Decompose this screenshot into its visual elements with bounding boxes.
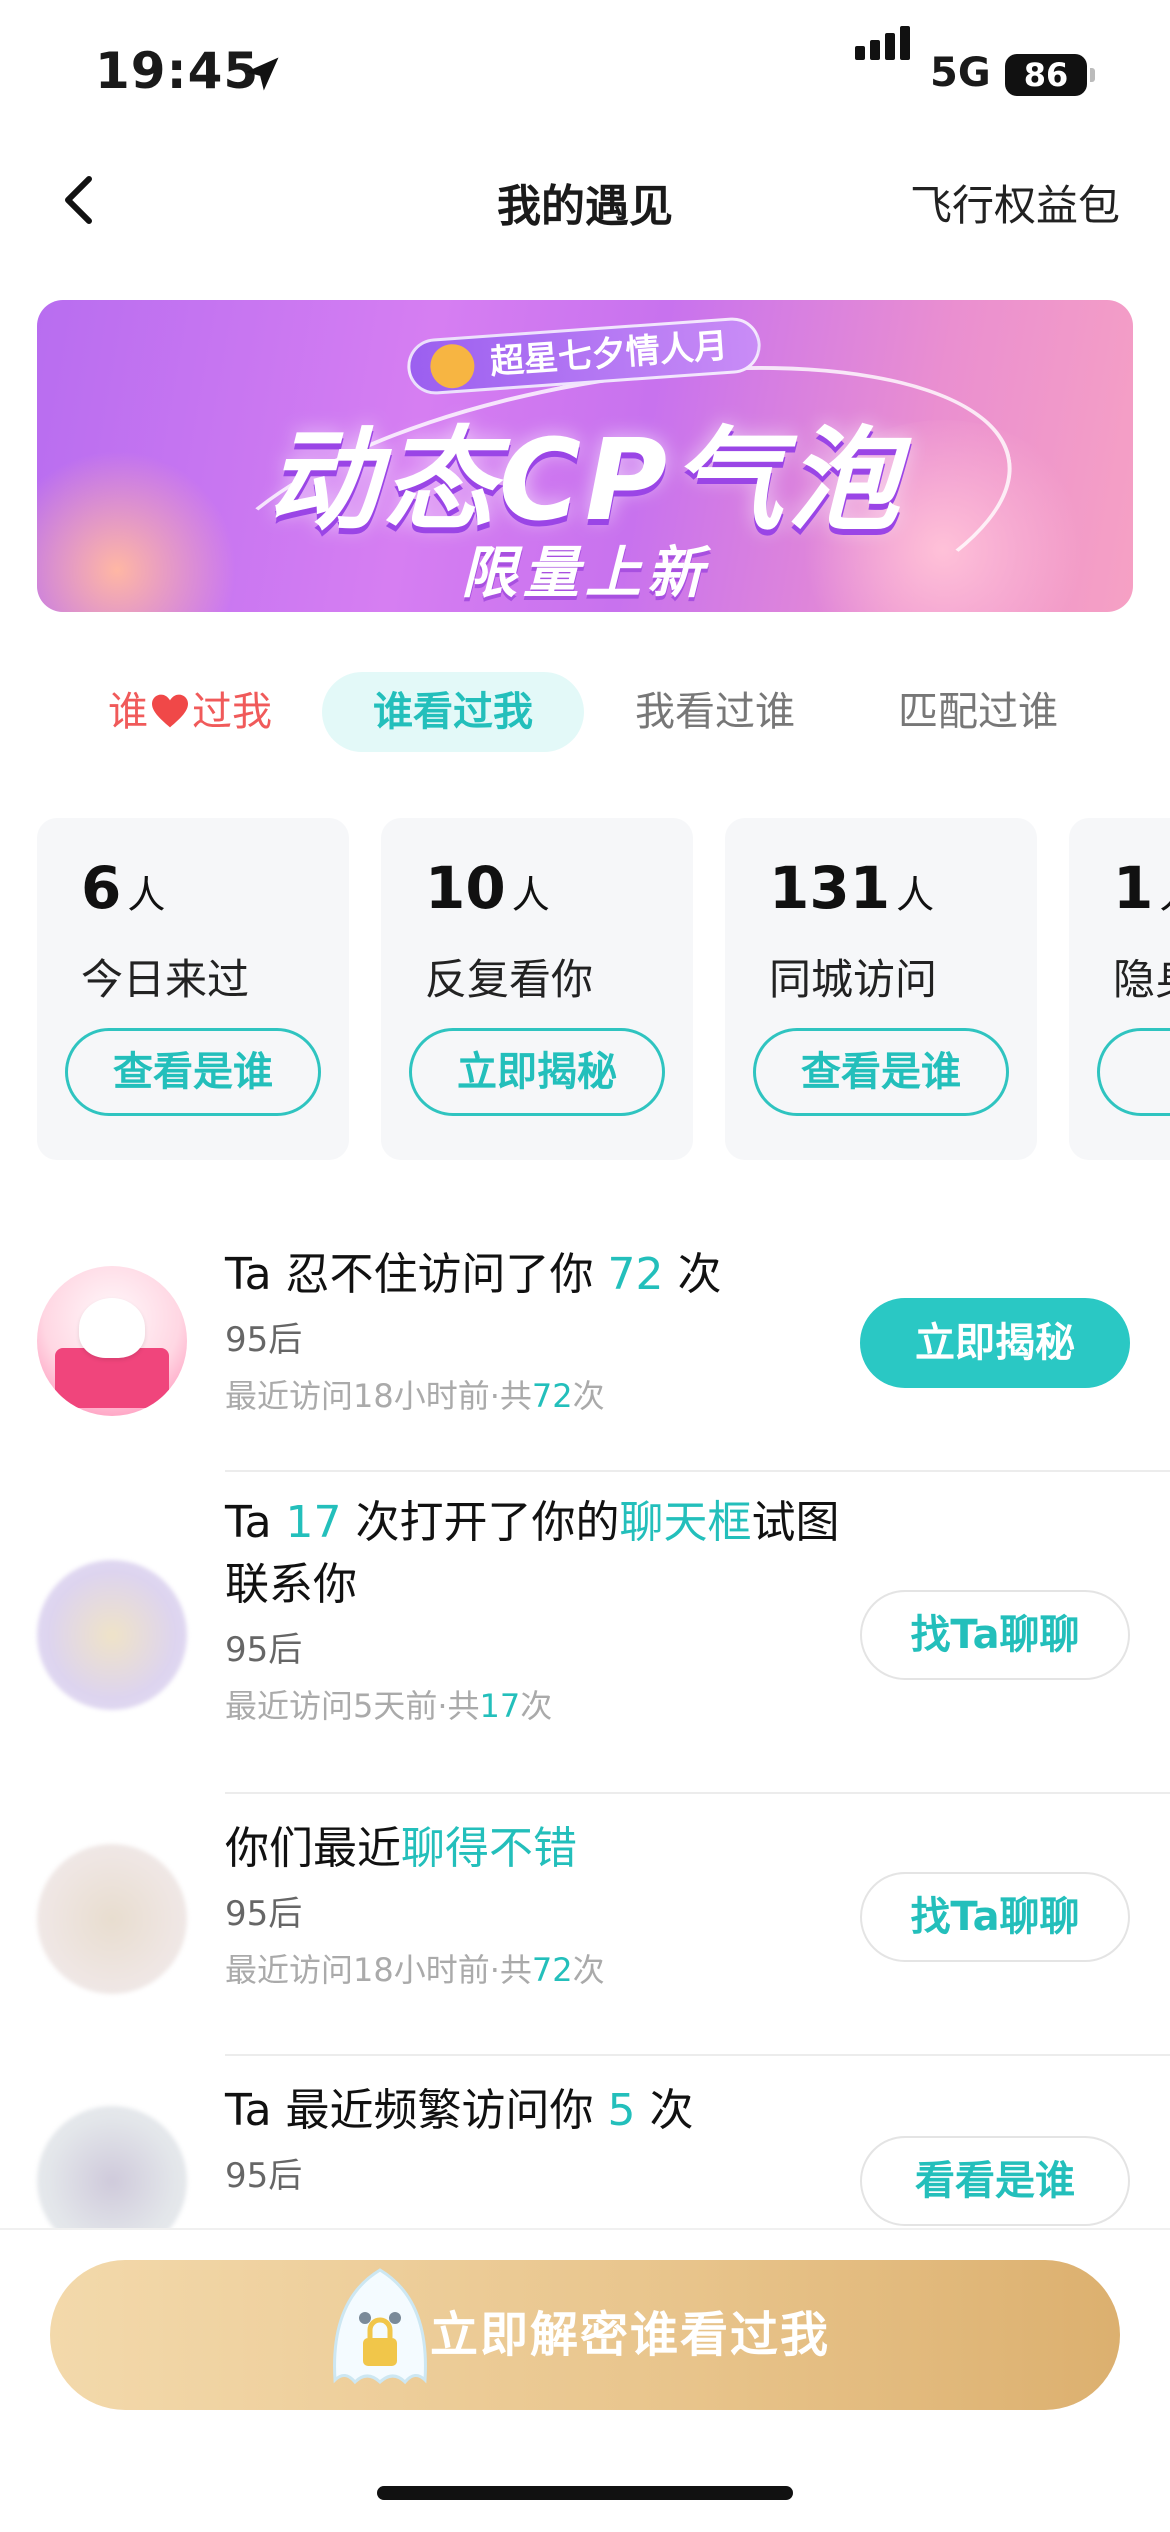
stat-label: 反复看你 — [425, 955, 594, 1004]
visit-meta: 最近访问18小时前·共72次 — [225, 1371, 845, 1417]
title-highlight: 72 — [607, 1249, 664, 1300]
heart-icon — [152, 694, 188, 728]
reveal-button[interactable]: 立即揭秘 — [409, 1028, 665, 1116]
row-text: Ta 最近频繁访问你 5 次 95后 — [225, 2080, 845, 2197]
title-part: 次打开了你的 — [341, 1497, 620, 1548]
row-text: 你们最近聊得不错 95后 最近访问18小时前·共72次 — [225, 1818, 845, 1991]
home-indicator — [377, 2486, 793, 2500]
stat-count-wrap: 1人 — [1113, 854, 1170, 922]
stat-count: 6 — [81, 854, 122, 922]
status-time: 19:45 — [95, 42, 260, 100]
flight-benefits-link[interactable]: 飞行权益包 — [910, 172, 1120, 233]
promo-banner[interactable]: 超星七夕情人月 动态CP气泡 限量上新 — [37, 300, 1133, 612]
tab-label-prefix: 谁 — [108, 689, 148, 735]
avatar — [37, 1844, 187, 1994]
tab-label-suffix: 过我 — [192, 689, 272, 735]
title-highlight: 聊得不错 — [401, 1823, 577, 1874]
age-tag: 95后 — [225, 1894, 303, 1934]
tab-who-i-viewed[interactable]: 我看过谁 — [605, 672, 825, 752]
title-part: 次 — [635, 2085, 694, 2136]
meta-part: 最近访问18小时前·共 — [225, 1951, 532, 1989]
meta-highlight: 72 — [531, 1951, 573, 1989]
meta-highlight: 17 — [479, 1687, 521, 1725]
row-title: Ta 忍不住访问了你 72 次 — [225, 1244, 845, 1306]
status-bar: 19:45 5G 86 — [0, 0, 1170, 150]
stat-count-wrap: 131 人 — [769, 854, 934, 922]
view-who-button[interactable]: 看看是谁 — [860, 2136, 1130, 2226]
learn-more-button[interactable]: 了 — [1097, 1028, 1170, 1116]
ghost-mascot-icon — [79, 1298, 145, 1358]
view-who-button[interactable]: 查看是谁 — [65, 1028, 321, 1116]
meta-part: 最近访问18小时前·共 — [225, 1377, 532, 1415]
title-part: Ta 最近频繁访问你 — [225, 2085, 608, 2136]
view-who-button[interactable]: 查看是谁 — [753, 1028, 1009, 1116]
meta-part: 次 — [520, 1687, 553, 1725]
title-highlight: 聊天框 — [619, 1497, 752, 1548]
stat-count-wrap: 6人 — [81, 854, 165, 922]
age-tag: 95后 — [225, 2156, 303, 2196]
age-tag: 95后 — [225, 1320, 303, 1360]
meta-part: 次 — [572, 1951, 605, 1989]
banner-tag-text: 超星七夕情人月 — [488, 326, 730, 383]
meta-part: 最近访问5天前·共 — [225, 1687, 480, 1725]
reveal-button[interactable]: 立即揭秘 — [860, 1298, 1130, 1388]
battery-icon: 86 — [1005, 54, 1095, 96]
row-text: Ta 17 次打开了你的聊天框试图联系你 95后 最近访问5天前·共17次 — [225, 1492, 845, 1727]
list-item[interactable]: Ta 最近频繁访问你 5 次 95后 看看是谁 — [0, 2056, 1170, 2256]
nav-bar: 我的遇见 飞行权益包 — [0, 150, 1170, 255]
meta-part: 次 — [572, 1377, 605, 1415]
stat-card-same-city: 131 人 同城访问 查看是谁 — [725, 818, 1037, 1160]
age-tag: 95后 — [225, 1630, 303, 1670]
stat-unit: 人 — [127, 873, 166, 917]
title-highlight: 5 — [607, 2085, 636, 2136]
avatar — [37, 1560, 187, 1710]
stat-count-wrap: 10 人 — [425, 854, 550, 922]
stat-card-repeat: 10 人 反复看你 立即揭秘 — [381, 818, 693, 1160]
banner-subtitle: 限量上新 — [461, 541, 709, 606]
chat-button[interactable]: 找Ta聊聊 — [860, 1872, 1130, 1962]
location-arrow-icon — [245, 57, 279, 91]
tab-who-liked-me[interactable]: 谁过我 — [85, 672, 295, 752]
tab-who-i-matched[interactable]: 匹配过谁 — [868, 672, 1088, 752]
row-title: Ta 最近频繁访问你 5 次 — [225, 2080, 845, 2142]
stat-cards: 6人 今日来过 查看是谁 10 人 反复看你 立即揭秘 131 人 同城访问 查看是… — [37, 818, 1170, 1163]
row-title: 你们最近聊得不错 — [225, 1818, 845, 1880]
title-highlight: 17 — [285, 1497, 342, 1548]
title-part: Ta 忍不住访问了你 — [225, 1249, 608, 1300]
row-title: Ta 17 次打开了你的聊天框试图联系你 — [225, 1492, 845, 1616]
list-item[interactable]: 你们最近聊得不错 95后 最近访问18小时前·共72次 找Ta聊聊 — [0, 1794, 1170, 2054]
stat-label: 隐身 — [1113, 955, 1170, 1004]
stat-count: 131 — [769, 854, 891, 922]
visit-meta: 最近访问18小时前·共72次 — [225, 1945, 845, 1991]
stat-unit: 人 — [1159, 873, 1170, 917]
visit-meta: 最近访问5天前·共17次 — [225, 1681, 845, 1727]
gold-heart-badge-icon — [428, 342, 476, 390]
stat-count: 10 — [425, 854, 506, 922]
stat-count: 1 — [1113, 854, 1154, 922]
visitor-tabs: 谁过我 谁看过我 我看过谁 匹配过谁 — [0, 672, 1170, 756]
stat-label: 今日来过 — [81, 955, 250, 1004]
unlock-viewers-button[interactable]: 立即解密谁看过我 — [50, 2260, 1120, 2410]
title-part: Ta — [225, 1497, 286, 1548]
title-part: 次 — [663, 1249, 722, 1300]
stat-unit: 人 — [511, 873, 550, 917]
title-part: 你们最近 — [225, 1823, 401, 1874]
list-item[interactable]: Ta 17 次打开了你的聊天框试图联系你 95后 最近访问5天前·共17次 找T… — [0, 1472, 1170, 1794]
meta-highlight: 72 — [531, 1377, 573, 1415]
cta-label: 立即解密谁看过我 — [429, 2307, 830, 2363]
chat-button[interactable]: 找Ta聊聊 — [860, 1590, 1130, 1680]
stat-label: 同城访问 — [769, 955, 938, 1004]
list-item[interactable]: Ta 忍不住访问了你 72 次 95后 最近访问18小时前·共72次 立即揭秘 — [0, 1230, 1170, 1480]
row-text: Ta 忍不住访问了你 72 次 95后 最近访问18小时前·共72次 — [225, 1244, 845, 1417]
stat-card-hidden: 1人 隐身 了 — [1069, 818, 1170, 1160]
network-type: 5G — [930, 50, 991, 96]
tab-who-viewed-me[interactable]: 谁看过我 — [322, 672, 584, 752]
avatar — [37, 1266, 187, 1416]
stat-card-today: 6人 今日来过 查看是谁 — [37, 818, 349, 1160]
stat-unit: 人 — [896, 873, 935, 917]
